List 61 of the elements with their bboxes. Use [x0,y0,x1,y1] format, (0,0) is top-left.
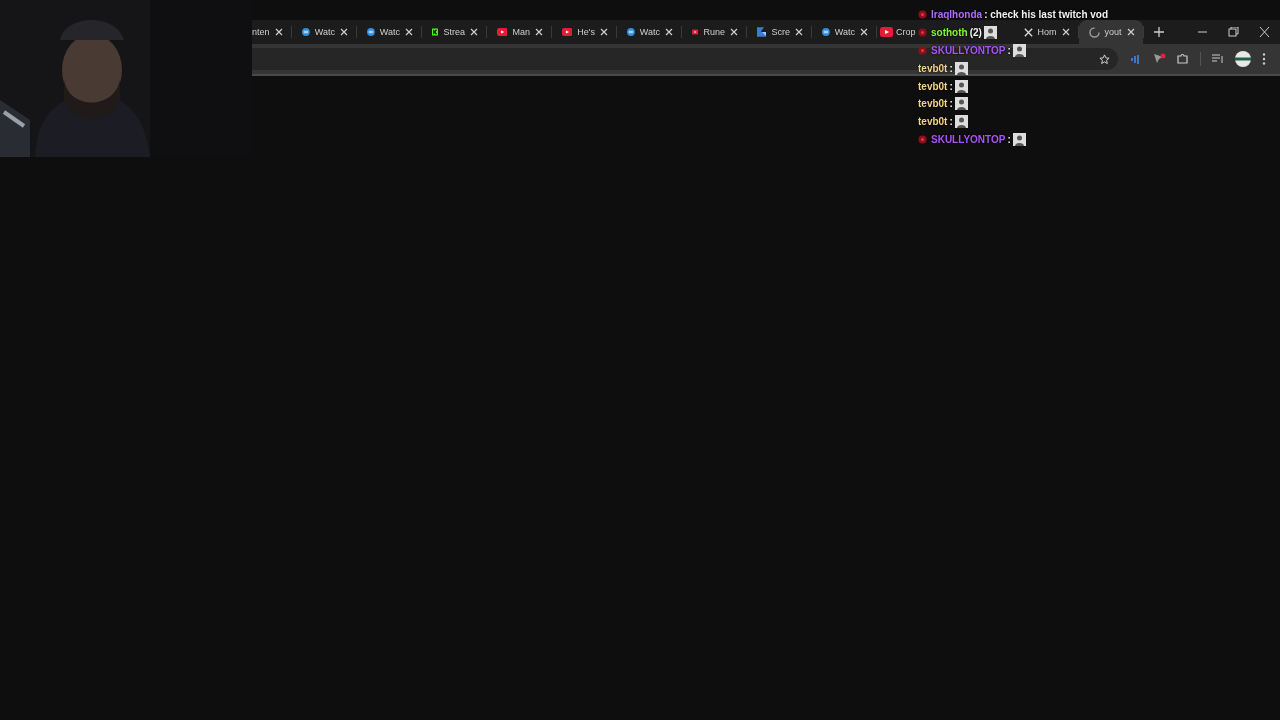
new-tab-icon[interactable] [1153,27,1164,37]
chat-username: tevb0t [918,116,948,128]
browser-tab[interactable]: Strea [422,20,486,44]
browser-tab[interactable]: Watc [292,20,356,44]
close-icon[interactable] [275,28,283,36]
chat-username: sothoth [931,27,968,39]
close-icon[interactable] [1126,28,1135,36]
loop-icon [822,26,830,38]
play-icon [562,27,573,37]
playlist-icon[interactable] [1212,54,1224,64]
puzzle-icon[interactable] [1177,53,1189,65]
browser-tab[interactable]: yout [1078,20,1143,44]
browser-tab[interactable]: He's [552,20,616,44]
cursor-icon[interactable] [1153,53,1166,65]
close-icon[interactable] [600,28,608,36]
browser-tab[interactable]: Hom [1013,20,1078,44]
chat-username: Iraqlhonda [931,9,983,21]
browser-tab[interactable]: Rune [682,20,746,44]
star-icon[interactable] [1099,53,1110,65]
k-logo-icon [432,26,439,38]
close-icon[interactable] [340,28,348,36]
browser-tab[interactable]: nten [252,20,291,44]
chat-message: : check his last twitch vod [984,9,1109,21]
browser-tab[interactable]: Crop [877,20,916,44]
chat-message: : [949,116,953,128]
close-icon[interactable] [405,28,413,36]
chat-username: tevb0t [918,62,948,74]
chat-message: : [1007,133,1011,145]
browser-tab[interactable]: Watc [617,20,681,44]
chat-message: (2) [969,27,982,39]
chat-username: tevb0t [918,80,948,92]
close-icon[interactable] [470,28,478,36]
chat-message: : [949,98,953,110]
close-icon[interactable] [795,28,803,36]
close-icon[interactable] [860,28,868,36]
browser-tab[interactable]: Man [487,20,551,44]
close-icon[interactable] [535,28,543,36]
x-logo-icon [1023,26,1033,38]
browser-tab[interactable]: Scre [747,20,811,44]
chat-message: : [949,80,953,92]
play-icon [880,27,893,37]
loop-icon [302,26,310,38]
avatar-icon[interactable] [1235,51,1251,67]
browser-tab[interactable]: Watc [812,20,876,44]
loading-icon [1088,26,1100,38]
close-icon[interactable] [665,28,673,36]
chat-username: SKULLYONTOP [931,45,1006,56]
menu-icon[interactable] [1262,53,1266,65]
screenshot-icon [757,26,767,38]
loop-icon [627,26,635,38]
play-icon [692,27,699,37]
close-icon[interactable] [1061,28,1070,36]
chat-username: tevb0t [918,98,948,110]
loop-icon [367,26,375,38]
close-icon[interactable] [730,28,738,36]
chat-message: : [949,62,953,74]
chat-message: : [1007,45,1011,56]
play-icon [497,27,508,37]
browser-tab[interactable]: Watc [357,20,421,44]
wave-icon[interactable] [1130,53,1142,65]
chat-username: SKULLYONTOP [931,133,1006,145]
